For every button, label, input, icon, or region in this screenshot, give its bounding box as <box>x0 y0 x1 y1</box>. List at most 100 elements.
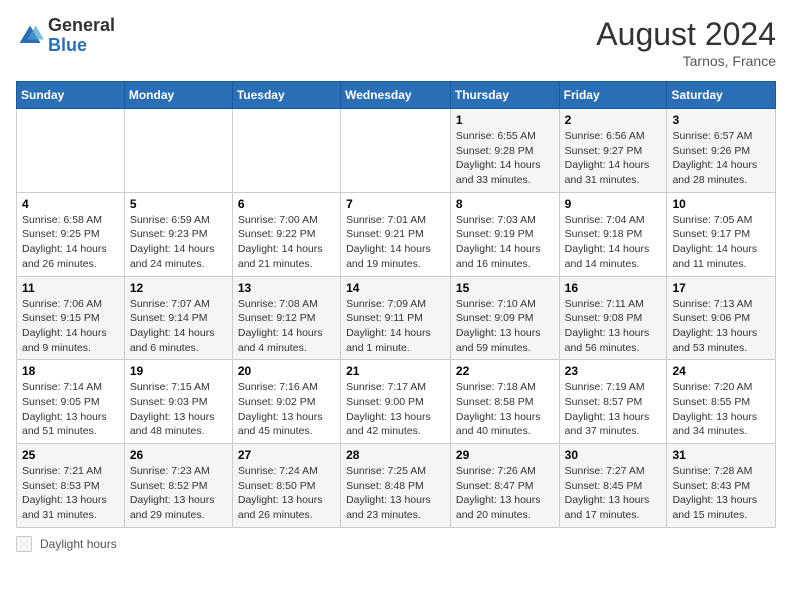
day-number: 1 <box>456 113 554 127</box>
calendar-day-header: Tuesday <box>232 82 340 109</box>
day-info: Sunrise: 7:00 AM Sunset: 9:22 PM Dayligh… <box>238 213 335 272</box>
calendar-cell: 4 Sunrise: 6:58 AM Sunset: 9:25 PM Daylig… <box>17 192 125 276</box>
calendar-cell: 22 Sunrise: 7:18 AM Sunset: 8:58 PM Dayli… <box>450 360 559 444</box>
day-number: 11 <box>22 281 119 295</box>
day-number: 29 <box>456 448 554 462</box>
day-info: Sunrise: 7:06 AM Sunset: 9:15 PM Dayligh… <box>22 297 119 356</box>
day-info: Sunrise: 6:59 AM Sunset: 9:23 PM Dayligh… <box>130 213 227 272</box>
day-info: Sunrise: 7:07 AM Sunset: 9:14 PM Dayligh… <box>130 297 227 356</box>
calendar-cell <box>17 109 125 193</box>
location: Tarnos, France <box>596 53 776 69</box>
legend: Daylight hours <box>16 536 776 552</box>
day-number: 19 <box>130 364 227 378</box>
day-number: 8 <box>456 197 554 211</box>
calendar-cell: 31 Sunrise: 7:28 AM Sunset: 8:43 PM Dayli… <box>667 444 776 528</box>
calendar-cell: 9 Sunrise: 7:04 AM Sunset: 9:18 PM Daylig… <box>559 192 667 276</box>
calendar-cell <box>341 109 451 193</box>
day-number: 4 <box>22 197 119 211</box>
calendar-day-header: Sunday <box>17 82 125 109</box>
calendar-cell: 3 Sunrise: 6:57 AM Sunset: 9:26 PM Daylig… <box>667 109 776 193</box>
day-number: 31 <box>672 448 770 462</box>
day-number: 9 <box>565 197 662 211</box>
calendar-cell: 6 Sunrise: 7:00 AM Sunset: 9:22 PM Daylig… <box>232 192 340 276</box>
day-info: Sunrise: 7:28 AM Sunset: 8:43 PM Dayligh… <box>672 464 770 523</box>
day-info: Sunrise: 7:11 AM Sunset: 9:08 PM Dayligh… <box>565 297 662 356</box>
day-number: 26 <box>130 448 227 462</box>
calendar-week-row: 25Sunrise: 7:21 AM Sunset: 8:53 PM Dayli… <box>17 444 776 528</box>
day-info: Sunrise: 7:05 AM Sunset: 9:17 PM Dayligh… <box>672 213 770 272</box>
day-info: Sunrise: 7:04 AM Sunset: 9:18 PM Dayligh… <box>565 213 662 272</box>
day-number: 25 <box>22 448 119 462</box>
calendar-header-row: SundayMondayTuesdayWednesdayThursdayFrid… <box>17 82 776 109</box>
calendar-week-row: 18 Sunrise: 7:14 AM Sunset: 9:05 PM Dayli… <box>17 360 776 444</box>
day-info: Sunrise: 7:20 AM Sunset: 8:55 PM Dayligh… <box>672 380 770 439</box>
day-number: 18 <box>22 364 119 378</box>
calendar-cell: 15 Sunrise: 7:10 AM Sunset: 9:09 PM Dayli… <box>450 276 559 360</box>
day-info: Sunrise: 7:14 AM Sunset: 9:05 PM Dayligh… <box>22 380 119 439</box>
calendar-day-header: Saturday <box>667 82 776 109</box>
day-info: Sunrise: 7:16 AM Sunset: 9:02 PM Dayligh… <box>238 380 335 439</box>
day-info: Sunrise: 7:08 AM Sunset: 9:12 PM Dayligh… <box>238 297 335 356</box>
day-info: Sunrise: 6:58 AM Sunset: 9:25 PM Dayligh… <box>22 213 119 272</box>
logo-icon <box>16 22 44 50</box>
calendar-cell: 21Sunrise: 7:17 AM Sunset: 9:00 PM Dayli… <box>341 360 451 444</box>
calendar-cell: 7 Sunrise: 7:01 AM Sunset: 9:21 PM Daylig… <box>341 192 451 276</box>
calendar-cell: 24 Sunrise: 7:20 AM Sunset: 8:55 PM Dayli… <box>667 360 776 444</box>
title-block: August 2024 Tarnos, France <box>596 16 776 69</box>
calendar-day-header: Wednesday <box>341 82 451 109</box>
day-number: 13 <box>238 281 335 295</box>
calendar-cell: 14Sunrise: 7:09 AM Sunset: 9:11 PM Dayli… <box>341 276 451 360</box>
logo-blue: Blue <box>48 35 87 55</box>
logo-general: General <box>48 15 115 35</box>
day-info: Sunrise: 6:57 AM Sunset: 9:26 PM Dayligh… <box>672 129 770 188</box>
day-info: Sunrise: 7:15 AM Sunset: 9:03 PM Dayligh… <box>130 380 227 439</box>
day-number: 30 <box>565 448 662 462</box>
calendar-cell: 11 Sunrise: 7:06 AM Sunset: 9:15 PM Dayli… <box>17 276 125 360</box>
day-number: 20 <box>238 364 335 378</box>
calendar-cell: 17 Sunrise: 7:13 AM Sunset: 9:06 PM Dayli… <box>667 276 776 360</box>
day-number: 6 <box>238 197 335 211</box>
day-info: Sunrise: 7:13 AM Sunset: 9:06 PM Dayligh… <box>672 297 770 356</box>
day-number: 14 <box>346 281 445 295</box>
day-number: 24 <box>672 364 770 378</box>
calendar-cell: 26 Sunrise: 7:23 AM Sunset: 8:52 PM Dayli… <box>124 444 232 528</box>
day-number: 17 <box>672 281 770 295</box>
day-number: 7 <box>346 197 445 211</box>
day-number: 27 <box>238 448 335 462</box>
day-info: Sunrise: 6:56 AM Sunset: 9:27 PM Dayligh… <box>565 129 662 188</box>
calendar-cell: 29Sunrise: 7:26 AM Sunset: 8:47 PM Dayli… <box>450 444 559 528</box>
day-info: Sunrise: 7:01 AM Sunset: 9:21 PM Dayligh… <box>346 213 445 272</box>
calendar-day-header: Thursday <box>450 82 559 109</box>
calendar-cell: 27 Sunrise: 7:24 AM Sunset: 8:50 PM Dayli… <box>232 444 340 528</box>
day-number: 5 <box>130 197 227 211</box>
day-number: 15 <box>456 281 554 295</box>
logo: General Blue <box>16 16 115 56</box>
logo-text: General Blue <box>48 16 115 56</box>
day-number: 16 <box>565 281 662 295</box>
calendar-cell: 20 Sunrise: 7:16 AM Sunset: 9:02 PM Dayli… <box>232 360 340 444</box>
calendar-cell: 25Sunrise: 7:21 AM Sunset: 8:53 PM Dayli… <box>17 444 125 528</box>
day-number: 22 <box>456 364 554 378</box>
day-info: Sunrise: 7:18 AM Sunset: 8:58 PM Dayligh… <box>456 380 554 439</box>
day-info: Sunrise: 7:24 AM Sunset: 8:50 PM Dayligh… <box>238 464 335 523</box>
calendar-cell: 8Sunrise: 7:03 AM Sunset: 9:19 PM Daylig… <box>450 192 559 276</box>
day-info: Sunrise: 7:10 AM Sunset: 9:09 PM Dayligh… <box>456 297 554 356</box>
day-info: Sunrise: 7:27 AM Sunset: 8:45 PM Dayligh… <box>565 464 662 523</box>
calendar-cell: 18 Sunrise: 7:14 AM Sunset: 9:05 PM Dayli… <box>17 360 125 444</box>
calendar-cell: 13 Sunrise: 7:08 AM Sunset: 9:12 PM Dayli… <box>232 276 340 360</box>
calendar-cell: 2 Sunrise: 6:56 AM Sunset: 9:27 PM Daylig… <box>559 109 667 193</box>
page-header: General Blue August 2024 Tarnos, France <box>16 16 776 69</box>
month-year: August 2024 <box>596 16 776 53</box>
calendar-cell: 30 Sunrise: 7:27 AM Sunset: 8:45 PM Dayli… <box>559 444 667 528</box>
calendar-cell: 19 Sunrise: 7:15 AM Sunset: 9:03 PM Dayli… <box>124 360 232 444</box>
day-number: 3 <box>672 113 770 127</box>
day-number: 21 <box>346 364 445 378</box>
calendar-table: SundayMondayTuesdayWednesdayThursdayFrid… <box>16 81 776 528</box>
day-number: 28 <box>346 448 445 462</box>
day-info: Sunrise: 7:23 AM Sunset: 8:52 PM Dayligh… <box>130 464 227 523</box>
calendar-week-row: 4 Sunrise: 6:58 AM Sunset: 9:25 PM Daylig… <box>17 192 776 276</box>
calendar-cell: 10Sunrise: 7:05 AM Sunset: 9:17 PM Dayli… <box>667 192 776 276</box>
day-number: 23 <box>565 364 662 378</box>
calendar-week-row: 11 Sunrise: 7:06 AM Sunset: 9:15 PM Dayli… <box>17 276 776 360</box>
day-number: 2 <box>565 113 662 127</box>
